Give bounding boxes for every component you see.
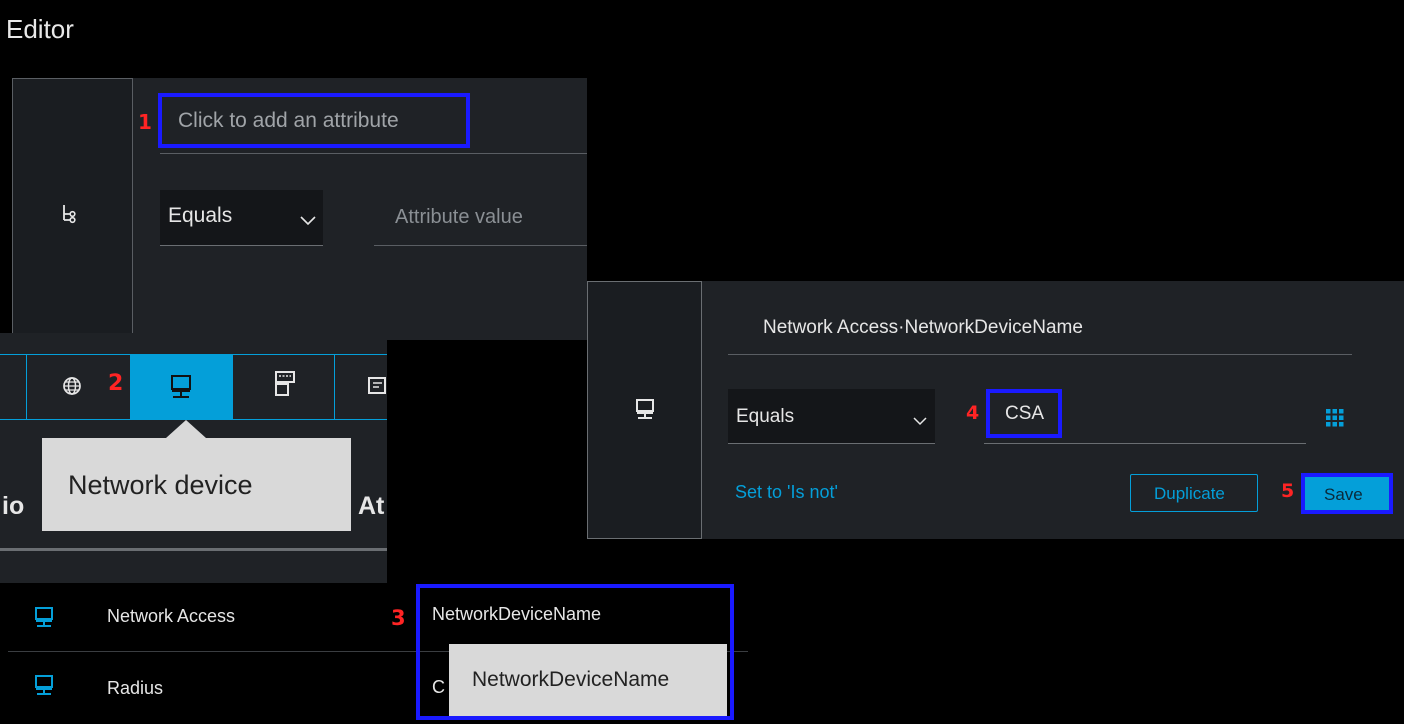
set-is-not-link[interactable]: Set to 'Is not' bbox=[735, 482, 838, 503]
network-device-button[interactable] bbox=[130, 354, 232, 420]
attribute-tooltip-text: NetworkDeviceName bbox=[472, 668, 670, 691]
device-type-icon bbox=[275, 371, 295, 396]
toolbar-divider bbox=[26, 354, 27, 420]
selected-attribute[interactable]: Network Access·NetworkDeviceName bbox=[763, 317, 1083, 339]
toolbar-tooltip: Network device bbox=[42, 438, 351, 531]
step-4-label: 4 bbox=[966, 402, 980, 424]
condition-tree-icon bbox=[61, 204, 77, 224]
editor-title: Editor bbox=[6, 14, 74, 44]
row-dictionary: Radius bbox=[107, 678, 164, 698]
attribute-truncated[interactable]: C bbox=[432, 677, 445, 698]
chevron-down-icon bbox=[300, 216, 316, 226]
globe-button[interactable] bbox=[62, 376, 82, 396]
duplicate-button-label: Duplicate bbox=[1154, 484, 1225, 503]
table-header-right: At bbox=[358, 492, 385, 520]
step-1-label: 1 bbox=[138, 110, 152, 134]
network-device-icon bbox=[171, 375, 191, 398]
table-header-underline bbox=[0, 548, 387, 551]
toolbar-tooltip-text: Network device bbox=[68, 470, 253, 500]
attribute-selector[interactable]: Click to add an attribute bbox=[158, 93, 470, 148]
table-header-filler bbox=[0, 552, 218, 582]
device-type-button[interactable] bbox=[272, 370, 296, 398]
globe-icon bbox=[63, 377, 81, 395]
operator-select[interactable]: Equals bbox=[160, 190, 323, 246]
network-device-icon bbox=[35, 675, 53, 695]
row-dictionary: Network Access bbox=[107, 606, 236, 626]
chevron-down-icon bbox=[913, 417, 927, 426]
duplicate-button[interactable]: Duplicate bbox=[1130, 474, 1258, 512]
attribute-tooltip: NetworkDeviceName bbox=[449, 644, 727, 716]
value-grid-icon[interactable] bbox=[1325, 408, 1345, 428]
table-row[interactable]: Radius bbox=[8, 652, 428, 718]
operator-value: Equals bbox=[736, 406, 795, 427]
network-device-icon bbox=[636, 399, 654, 419]
toolbar-divider bbox=[334, 354, 335, 420]
attribute-network-device-name[interactable]: NetworkDeviceName bbox=[432, 604, 601, 625]
condition-value: CSA bbox=[1005, 403, 1045, 424]
attribute-value-placeholder: Attribute value bbox=[395, 206, 523, 228]
selected-attribute-underline bbox=[728, 354, 1352, 355]
step-3-label: 3 bbox=[391, 606, 406, 630]
device-location-button[interactable] bbox=[368, 377, 387, 395]
device-location-icon bbox=[368, 377, 386, 394]
toolbar-tooltip-arrow bbox=[166, 420, 206, 438]
toolbar-divider bbox=[232, 354, 233, 420]
attribute-underline bbox=[160, 153, 587, 154]
save-button-label: Save bbox=[1324, 485, 1363, 504]
step-2-label: 2 bbox=[108, 371, 124, 396]
attribute-placeholder: Click to add an attribute bbox=[178, 109, 399, 132]
condition-value-highlight: CSA bbox=[986, 389, 1062, 438]
network-device-icon bbox=[35, 607, 53, 627]
operator-value: Equals bbox=[168, 204, 233, 227]
save-button[interactable]: Save bbox=[1301, 473, 1393, 514]
step-5-label: 5 bbox=[1281, 480, 1295, 502]
operator-select[interactable]: Equals bbox=[728, 389, 935, 444]
table-header-left: io bbox=[2, 492, 25, 520]
attribute-value-input[interactable]: Attribute value bbox=[374, 190, 587, 246]
